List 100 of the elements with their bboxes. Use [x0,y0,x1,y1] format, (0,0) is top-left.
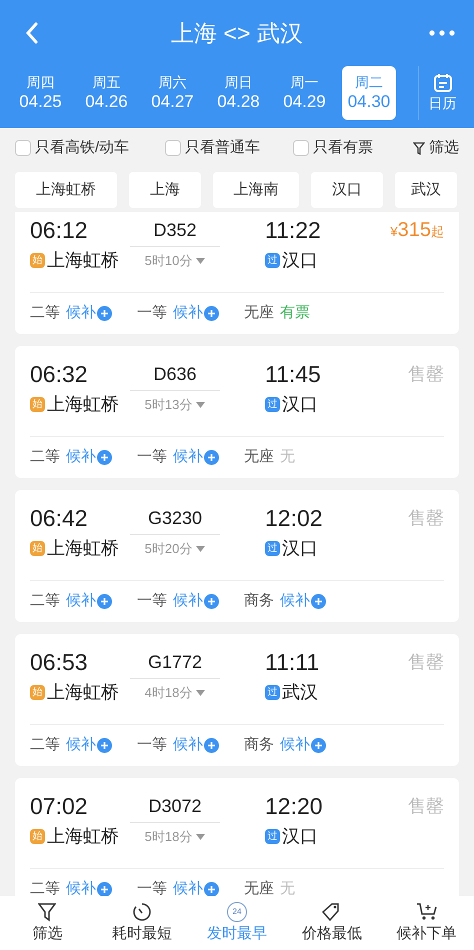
filter-checkbox[interactable]: 只看普通车 [165,136,293,160]
filter-checkbox[interactable]: 只看高铁/动车 [15,136,165,160]
funnel-icon[interactable] [413,142,425,154]
add-icon[interactable] [97,306,112,321]
via-badge: 过 [265,684,280,700]
train-number[interactable]: G3230 [148,504,202,532]
arrival-time: 12:20 [264,792,324,821]
departure-time: 06:32 [30,360,89,389]
arrival-time: 12:02 [264,504,324,533]
departure-time: 06:42 [30,504,89,533]
train-number[interactable]: D636 [153,360,197,388]
seat-class: 二等 [30,303,60,324]
seat-status: 无 [280,879,295,896]
add-icon[interactable] [97,882,112,896]
station-chip[interactable]: 武汉 [395,172,457,208]
origin-station: 上海虹桥 [47,680,119,704]
seat-class: 一等 [137,879,167,896]
station-chip[interactable]: 上海 [129,172,201,208]
duration-text: 5时18分 [144,828,192,846]
duration-text: 5时10分 [144,252,192,270]
via-badge: 过 [265,540,280,556]
add-icon[interactable] [204,306,219,321]
add-icon[interactable] [311,594,326,609]
calendar-icon[interactable] [432,73,452,93]
origin-station: 上海虹桥 [47,536,119,560]
sort-tab[interactable]: 耗时最短 [98,902,186,944]
sort-tab[interactable]: 24 发时最早 [192,902,281,944]
origin-badge: 始 [30,828,45,844]
price-amount: 315 [398,218,431,243]
filter-button[interactable]: 筛选 [413,136,459,160]
train-number[interactable]: G1772 [148,648,202,676]
destination-station: 汉口 [282,824,318,848]
seat-class: 商务 [244,735,274,756]
seat-class: 二等 [30,591,60,612]
seat-class: 一等 [137,447,167,468]
departure-time: 06:12 [30,216,89,245]
duration-text: 5时13分 [144,396,192,414]
add-icon[interactable] [204,594,219,609]
station-chip[interactable]: 上海南 [213,172,299,208]
arrival-time: 11:22 [264,216,322,245]
seat-class: 一等 [137,591,167,612]
train-number[interactable]: D352 [153,216,197,244]
train-card[interactable]: 06:53 G1772 11:11 售罄 始 上海虹桥 4时18分 过 武汉 二等 候补 一等 候补 商务 候补 [15,634,459,766]
seat-status: 无 [280,447,295,468]
seat-status: 有票 [280,303,310,324]
sort-tab[interactable]: 价格最低 [288,902,376,944]
origin-station: 上海虹桥 [47,824,119,848]
seat-class: 无座 [244,447,274,468]
station-chip[interactable]: 汉口 [311,172,383,208]
origin-badge: 始 [30,252,45,268]
arrival-time: 11:45 [264,360,322,389]
add-icon[interactable] [97,594,112,609]
sold-out-label: 售罄 [408,794,444,818]
seat-class: 无座 [244,303,274,324]
seat-class: 二等 [30,879,60,896]
origin-badge: 始 [30,540,45,556]
seat-class: 一等 [137,735,167,756]
seat-class: 二等 [30,447,60,468]
train-card[interactable]: 06:32 D636 11:45 售罄 始 上海虹桥 5时13分 过 汉口 二等 候补 一等 候补 无座 无 [15,346,459,478]
caret-icon[interactable] [196,834,206,840]
sort-tab[interactable]: 候补下单 [382,902,471,944]
caret-icon[interactable] [196,258,206,264]
price-currency: ¥ [390,223,398,241]
add-icon[interactable] [97,738,112,753]
back-icon[interactable] [24,21,40,45]
destination-station: 汉口 [282,392,318,416]
caret-icon[interactable] [196,690,206,696]
station-chip[interactable]: 上海虹桥 [15,172,117,208]
sort-tab[interactable]: 筛选 [3,902,92,944]
train-card[interactable]: 07:02 D3072 12:20 售罄 始 上海虹桥 5时18分 过 汉口 二等 候补 一等 候补 无座 无 [15,778,459,896]
add-icon[interactable] [204,882,219,896]
more-icon[interactable] [429,30,455,36]
sold-out-label: 售罄 [408,506,444,530]
departure-time: 07:02 [30,792,89,821]
train-card[interactable]: 06:42 G3230 12:02 售罄 始 上海虹桥 5时20分 过 汉口 二等 候补 一等 候补 商务 候补 [15,490,459,622]
seat-class: 一等 [137,303,167,324]
add-icon[interactable] [204,738,219,753]
clock-icon: 24 [226,902,247,922]
seat-class: 二等 [30,735,60,756]
origin-badge: 始 [30,684,45,700]
caret-icon[interactable] [196,402,206,408]
departure-time: 06:53 [30,648,89,677]
destination-station: 武汉 [282,680,318,704]
page-title: 上海 <> 武汉 [171,18,303,48]
train-number[interactable]: D3072 [148,792,202,820]
price-suffix: 起 [431,223,444,241]
via-badge: 过 [265,396,280,412]
origin-station: 上海虹桥 [47,392,119,416]
filter-checkbox[interactable]: 只看有票 [293,136,405,160]
train-card[interactable]: 06:12 D352 11:22 ¥315起 始 上海虹桥 5时10分 过 汉口 二等 候补 一等 候补 无座 有票 [15,212,459,334]
add-icon[interactable] [204,450,219,465]
origin-badge: 始 [30,396,45,412]
add-icon[interactable] [97,450,112,465]
seat-class: 商务 [244,591,274,612]
duration-text: 5时20分 [144,540,192,558]
sold-out-label: 售罄 [408,650,444,674]
add-icon[interactable] [311,738,326,753]
caret-icon[interactable] [196,546,206,552]
timer-icon [132,902,152,922]
destination-station: 汉口 [282,536,318,560]
